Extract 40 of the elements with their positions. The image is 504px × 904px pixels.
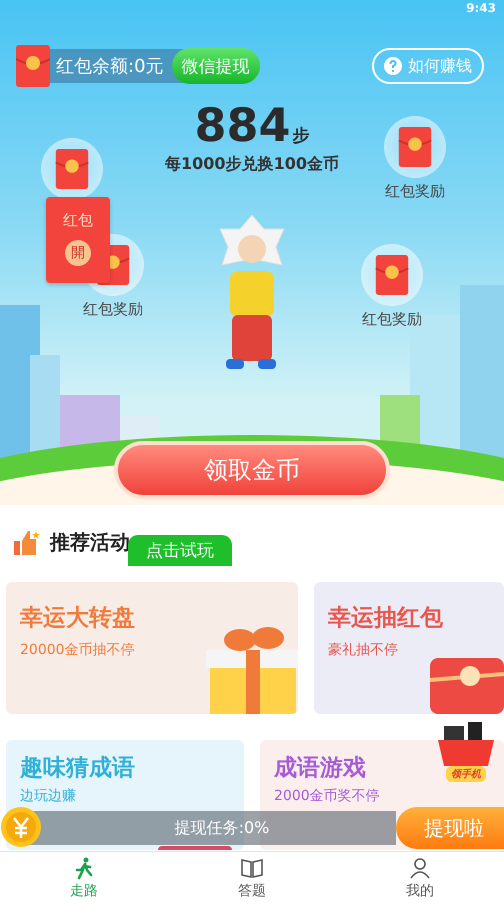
yuan-coin-icon xyxy=(0,806,42,848)
step-unit: 步 xyxy=(292,125,310,147)
envelope-icon xyxy=(16,45,50,87)
withdraw-button[interactable]: 微信提现 xyxy=(172,48,260,84)
step-count: 884 xyxy=(194,98,291,152)
envelope-popup[interactable]: 红包 開 xyxy=(46,197,110,283)
activity-title: 幸运大转盘 xyxy=(20,604,135,633)
help-icon xyxy=(384,57,402,75)
activity-subtitle: 20000金币抽不停 xyxy=(20,641,135,659)
envelope-icon xyxy=(55,149,89,189)
packet-seal: 開 xyxy=(65,240,91,266)
activity-title: 成语游戏 xyxy=(274,754,366,783)
exchange-note: 每1000步兑换100金币 xyxy=(165,154,339,175)
envelope-icon xyxy=(375,255,409,295)
activity-subtitle: 豪礼抽不停 xyxy=(328,641,398,659)
status-time: 9:43 xyxy=(466,1,496,15)
try-play-badge[interactable]: 点击试玩 xyxy=(128,535,232,566)
claim-coins-button[interactable]: 领取金币 xyxy=(114,441,390,499)
activity-card[interactable]: 幸运大转盘 20000金币抽不停 xyxy=(6,582,298,714)
user-icon xyxy=(408,856,432,880)
nav-tab[interactable]: 答题 xyxy=(168,852,336,904)
activity-title: 趣味猜成语 xyxy=(20,754,135,783)
withdraw-now-button[interactable]: 提现啦 xyxy=(396,807,504,849)
gift-basket-icon xyxy=(436,722,496,766)
bubble-label: 红包奖励 xyxy=(83,300,143,319)
bubble-label: 红包奖励 xyxy=(385,182,445,201)
activity-title: 幸运抽红包 xyxy=(328,604,443,633)
section-title: 推荐活动 xyxy=(50,529,130,556)
activity-subtitle: 边玩边赚 xyxy=(20,787,76,805)
bubble-label: 红包奖励 xyxy=(362,310,422,329)
nav-tab[interactable]: 我的 xyxy=(336,852,504,904)
thumbs-up-icon xyxy=(14,530,40,554)
activity-subtitle: 2000金币奖不停 xyxy=(274,787,380,805)
nav-tab[interactable]: 走路 xyxy=(0,852,168,904)
activity-card[interactable]: 幸运抽红包 豪礼抽不停 xyxy=(314,582,504,714)
envelope-icon xyxy=(398,127,432,167)
help-button[interactable]: 如何赚钱 xyxy=(372,48,484,84)
promo-label: 领手机 xyxy=(446,766,486,782)
packet-title: 红包 xyxy=(63,211,93,230)
balance-label: 红包余额:0元 xyxy=(55,55,165,78)
